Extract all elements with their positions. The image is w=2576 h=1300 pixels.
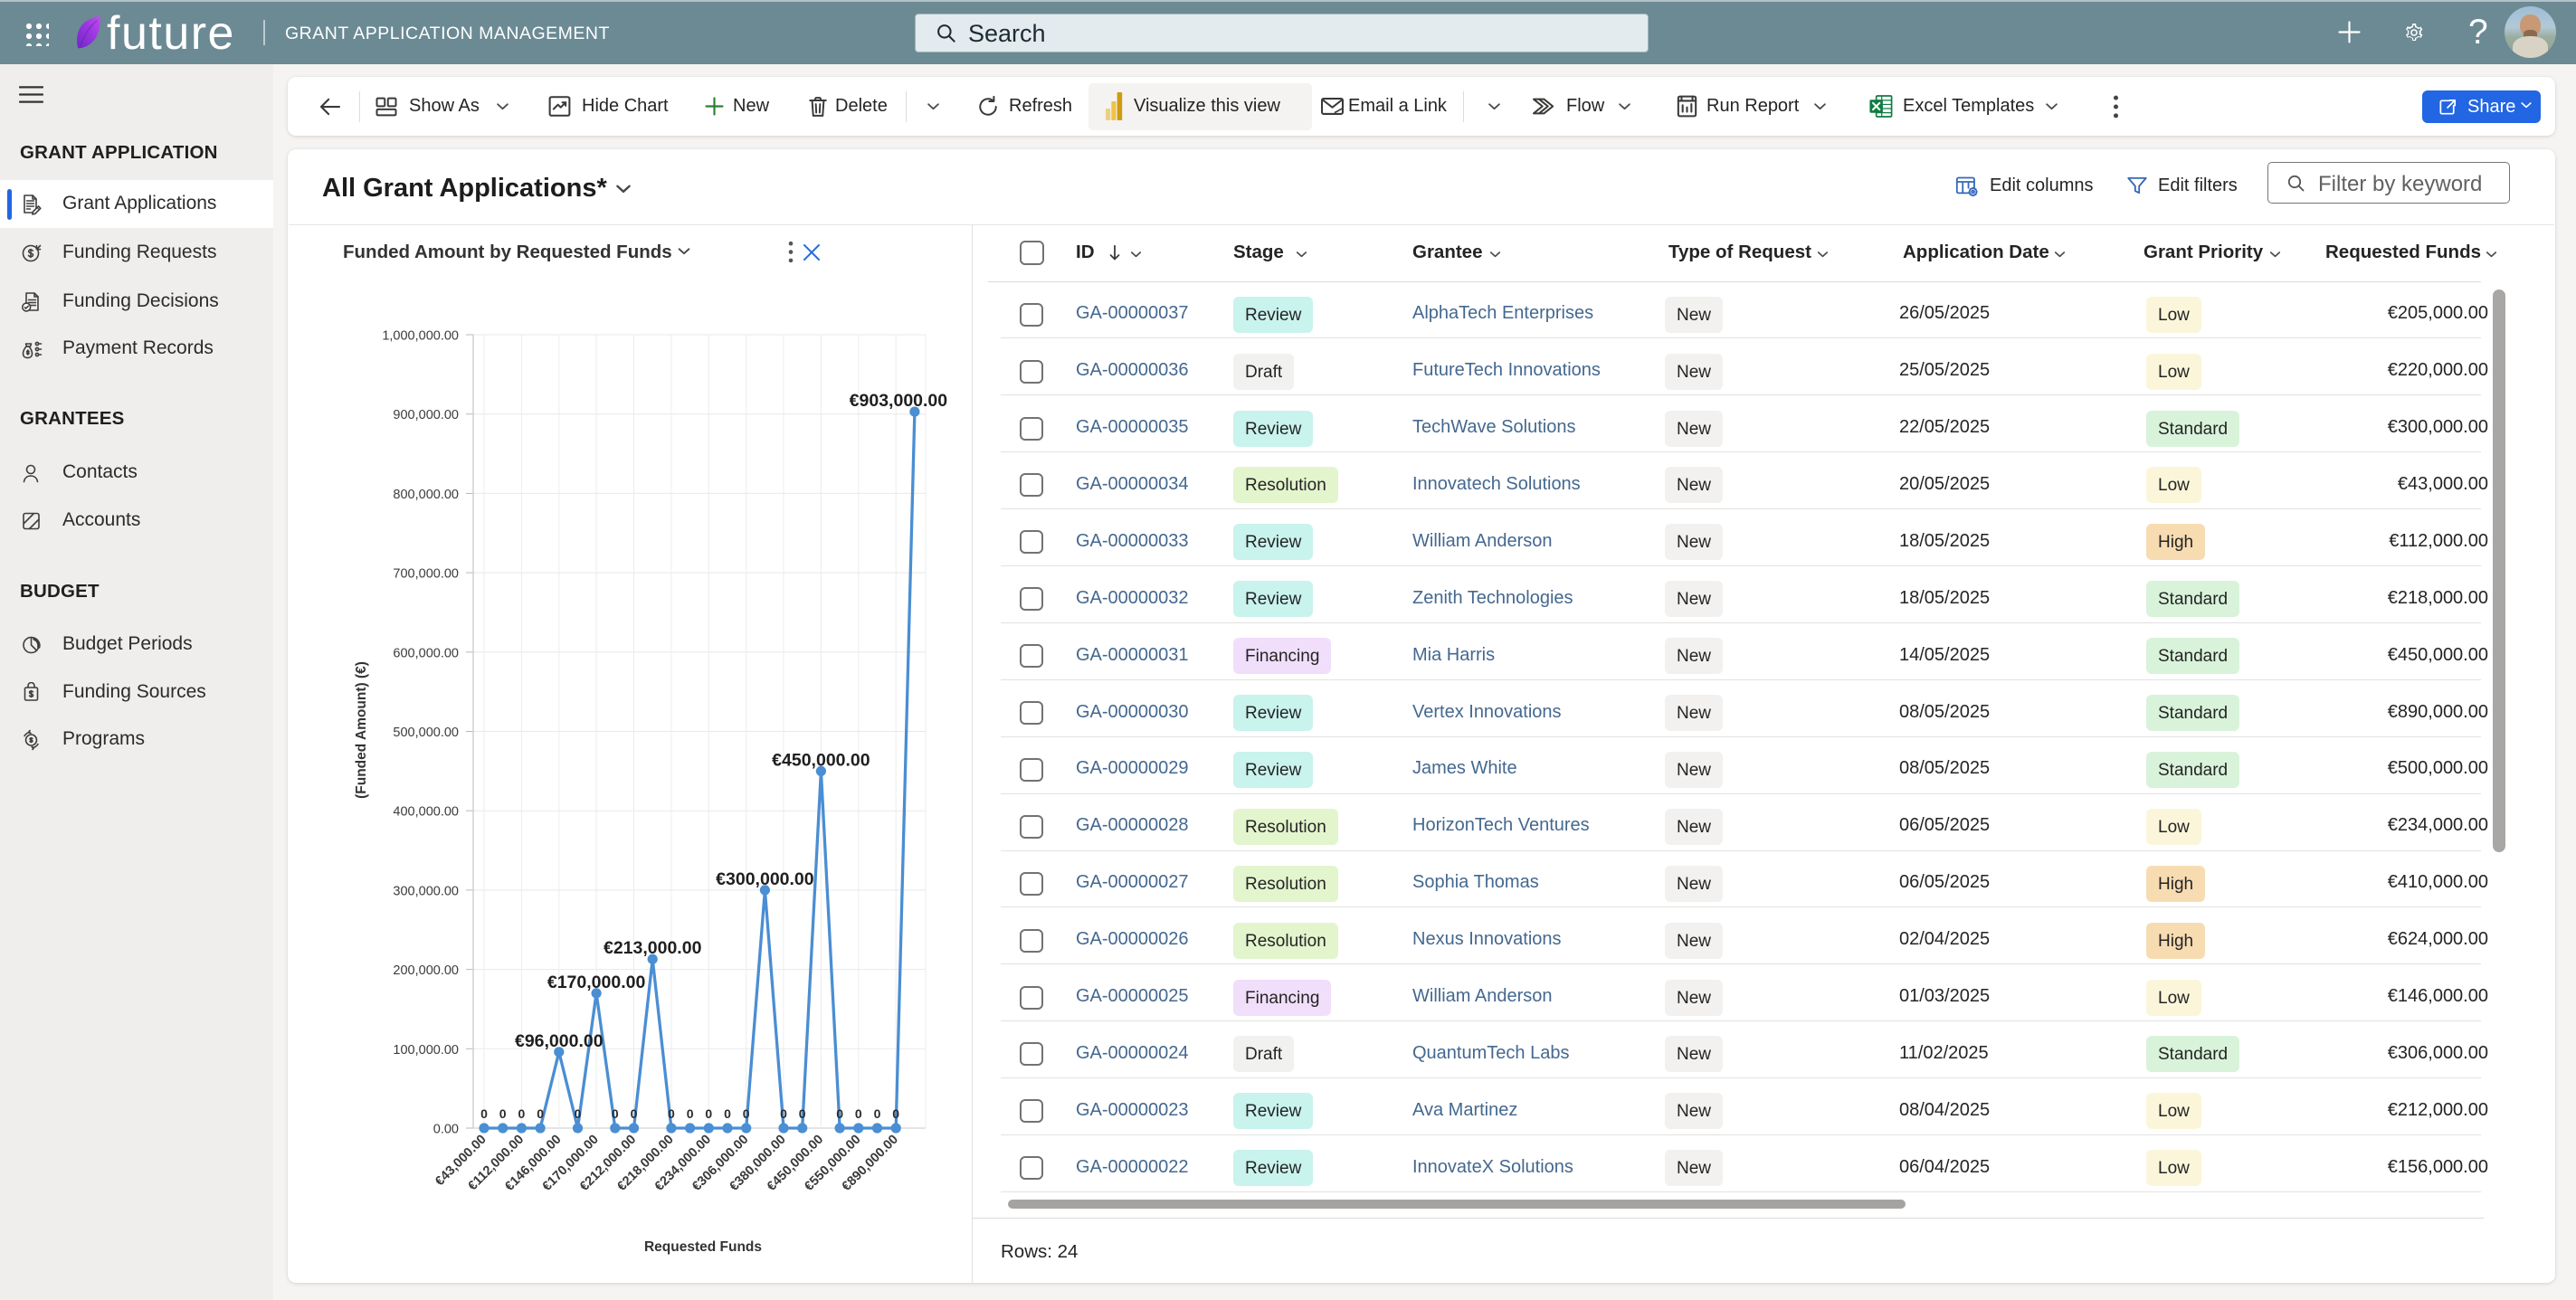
svg-text:0: 0 bbox=[537, 1106, 544, 1121]
svg-text:0: 0 bbox=[668, 1106, 675, 1121]
svg-text:€450,000.00: €450,000.00 bbox=[772, 750, 870, 770]
svg-text:900,000.00: 900,000.00 bbox=[393, 408, 459, 422]
svg-text:0: 0 bbox=[892, 1106, 899, 1121]
svg-text:0: 0 bbox=[480, 1106, 488, 1121]
svg-text:800,000.00: 800,000.00 bbox=[393, 488, 459, 502]
svg-text:Requested Funds: Requested Funds bbox=[644, 1239, 762, 1255]
svg-text:0: 0 bbox=[874, 1106, 881, 1121]
svg-text:600,000.00: 600,000.00 bbox=[393, 646, 459, 660]
svg-text:0: 0 bbox=[799, 1106, 806, 1121]
svg-text:0: 0 bbox=[518, 1106, 526, 1121]
svg-text:€903,000.00: €903,000.00 bbox=[850, 391, 948, 411]
svg-text:0: 0 bbox=[780, 1106, 787, 1121]
svg-text:0: 0 bbox=[836, 1106, 843, 1121]
svg-text:0: 0 bbox=[499, 1106, 507, 1121]
svg-text:1,000,000.00: 1,000,000.00 bbox=[382, 329, 459, 344]
svg-text:€170,000.00: €170,000.00 bbox=[547, 973, 646, 992]
svg-text:0.00: 0.00 bbox=[433, 1123, 459, 1137]
svg-text:0: 0 bbox=[855, 1106, 862, 1121]
svg-text:0: 0 bbox=[612, 1106, 619, 1121]
svg-text:500,000.00: 500,000.00 bbox=[393, 726, 459, 740]
svg-text:0: 0 bbox=[724, 1106, 731, 1121]
svg-text:€213,000.00: €213,000.00 bbox=[604, 938, 702, 958]
svg-text:0: 0 bbox=[705, 1106, 712, 1121]
svg-text:€96,000.00: €96,000.00 bbox=[515, 1031, 604, 1051]
svg-text:200,000.00: 200,000.00 bbox=[393, 963, 459, 978]
svg-text:0: 0 bbox=[575, 1106, 582, 1121]
svg-text:€300,000.00: €300,000.00 bbox=[716, 869, 814, 889]
svg-text:300,000.00: 300,000.00 bbox=[393, 884, 459, 898]
svg-text:0: 0 bbox=[631, 1106, 638, 1121]
svg-text:0: 0 bbox=[687, 1106, 694, 1121]
svg-text:400,000.00: 400,000.00 bbox=[393, 805, 459, 820]
svg-text:700,000.00: 700,000.00 bbox=[393, 567, 459, 582]
svg-text:100,000.00: 100,000.00 bbox=[393, 1043, 459, 1058]
svg-text:0: 0 bbox=[743, 1106, 750, 1121]
svg-text:(Funded Amount) (€): (Funded Amount) (€) bbox=[354, 661, 369, 799]
